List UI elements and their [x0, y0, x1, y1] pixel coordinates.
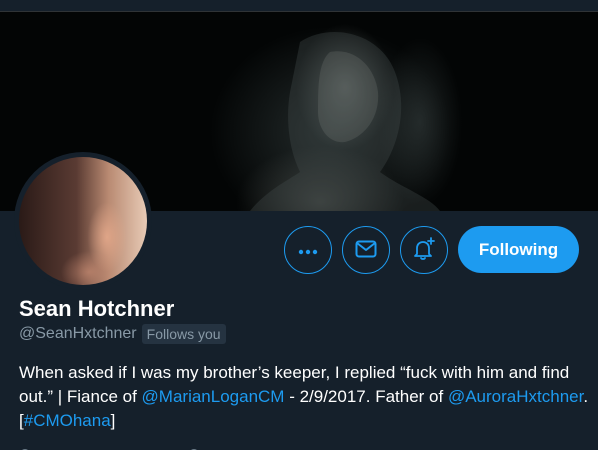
avatar-image: [19, 157, 147, 285]
more-icon: [298, 243, 318, 258]
handle-row: @SeanHxtchner Follows you: [19, 323, 226, 345]
profile-name: Sean Hotchner: [19, 296, 175, 321]
bell-plus-icon: [412, 236, 436, 264]
follows-you-badge: Follows you: [141, 324, 226, 344]
bio-text: - 2/9/2017. Father of: [284, 387, 448, 406]
profile-avatar[interactable]: [14, 152, 152, 290]
profile-meta-row: [19, 443, 419, 450]
mention-link[interactable]: @AuroraHxtchner: [448, 387, 583, 406]
profile-bio: When asked if I was my brother’s keeper,…: [19, 361, 589, 433]
bio-text: ]: [110, 411, 116, 430]
mention-link[interactable]: @MarianLoganCM: [142, 387, 285, 406]
following-button[interactable]: Following: [458, 226, 579, 273]
top-bar: [0, 0, 598, 12]
hashtag-link[interactable]: #CMOhana: [24, 411, 111, 430]
more-options-button[interactable]: [284, 226, 332, 274]
mail-icon: [355, 240, 377, 261]
message-button[interactable]: [342, 226, 390, 274]
profile-handle: @SeanHxtchner: [19, 325, 137, 342]
notifications-button[interactable]: [400, 226, 448, 274]
